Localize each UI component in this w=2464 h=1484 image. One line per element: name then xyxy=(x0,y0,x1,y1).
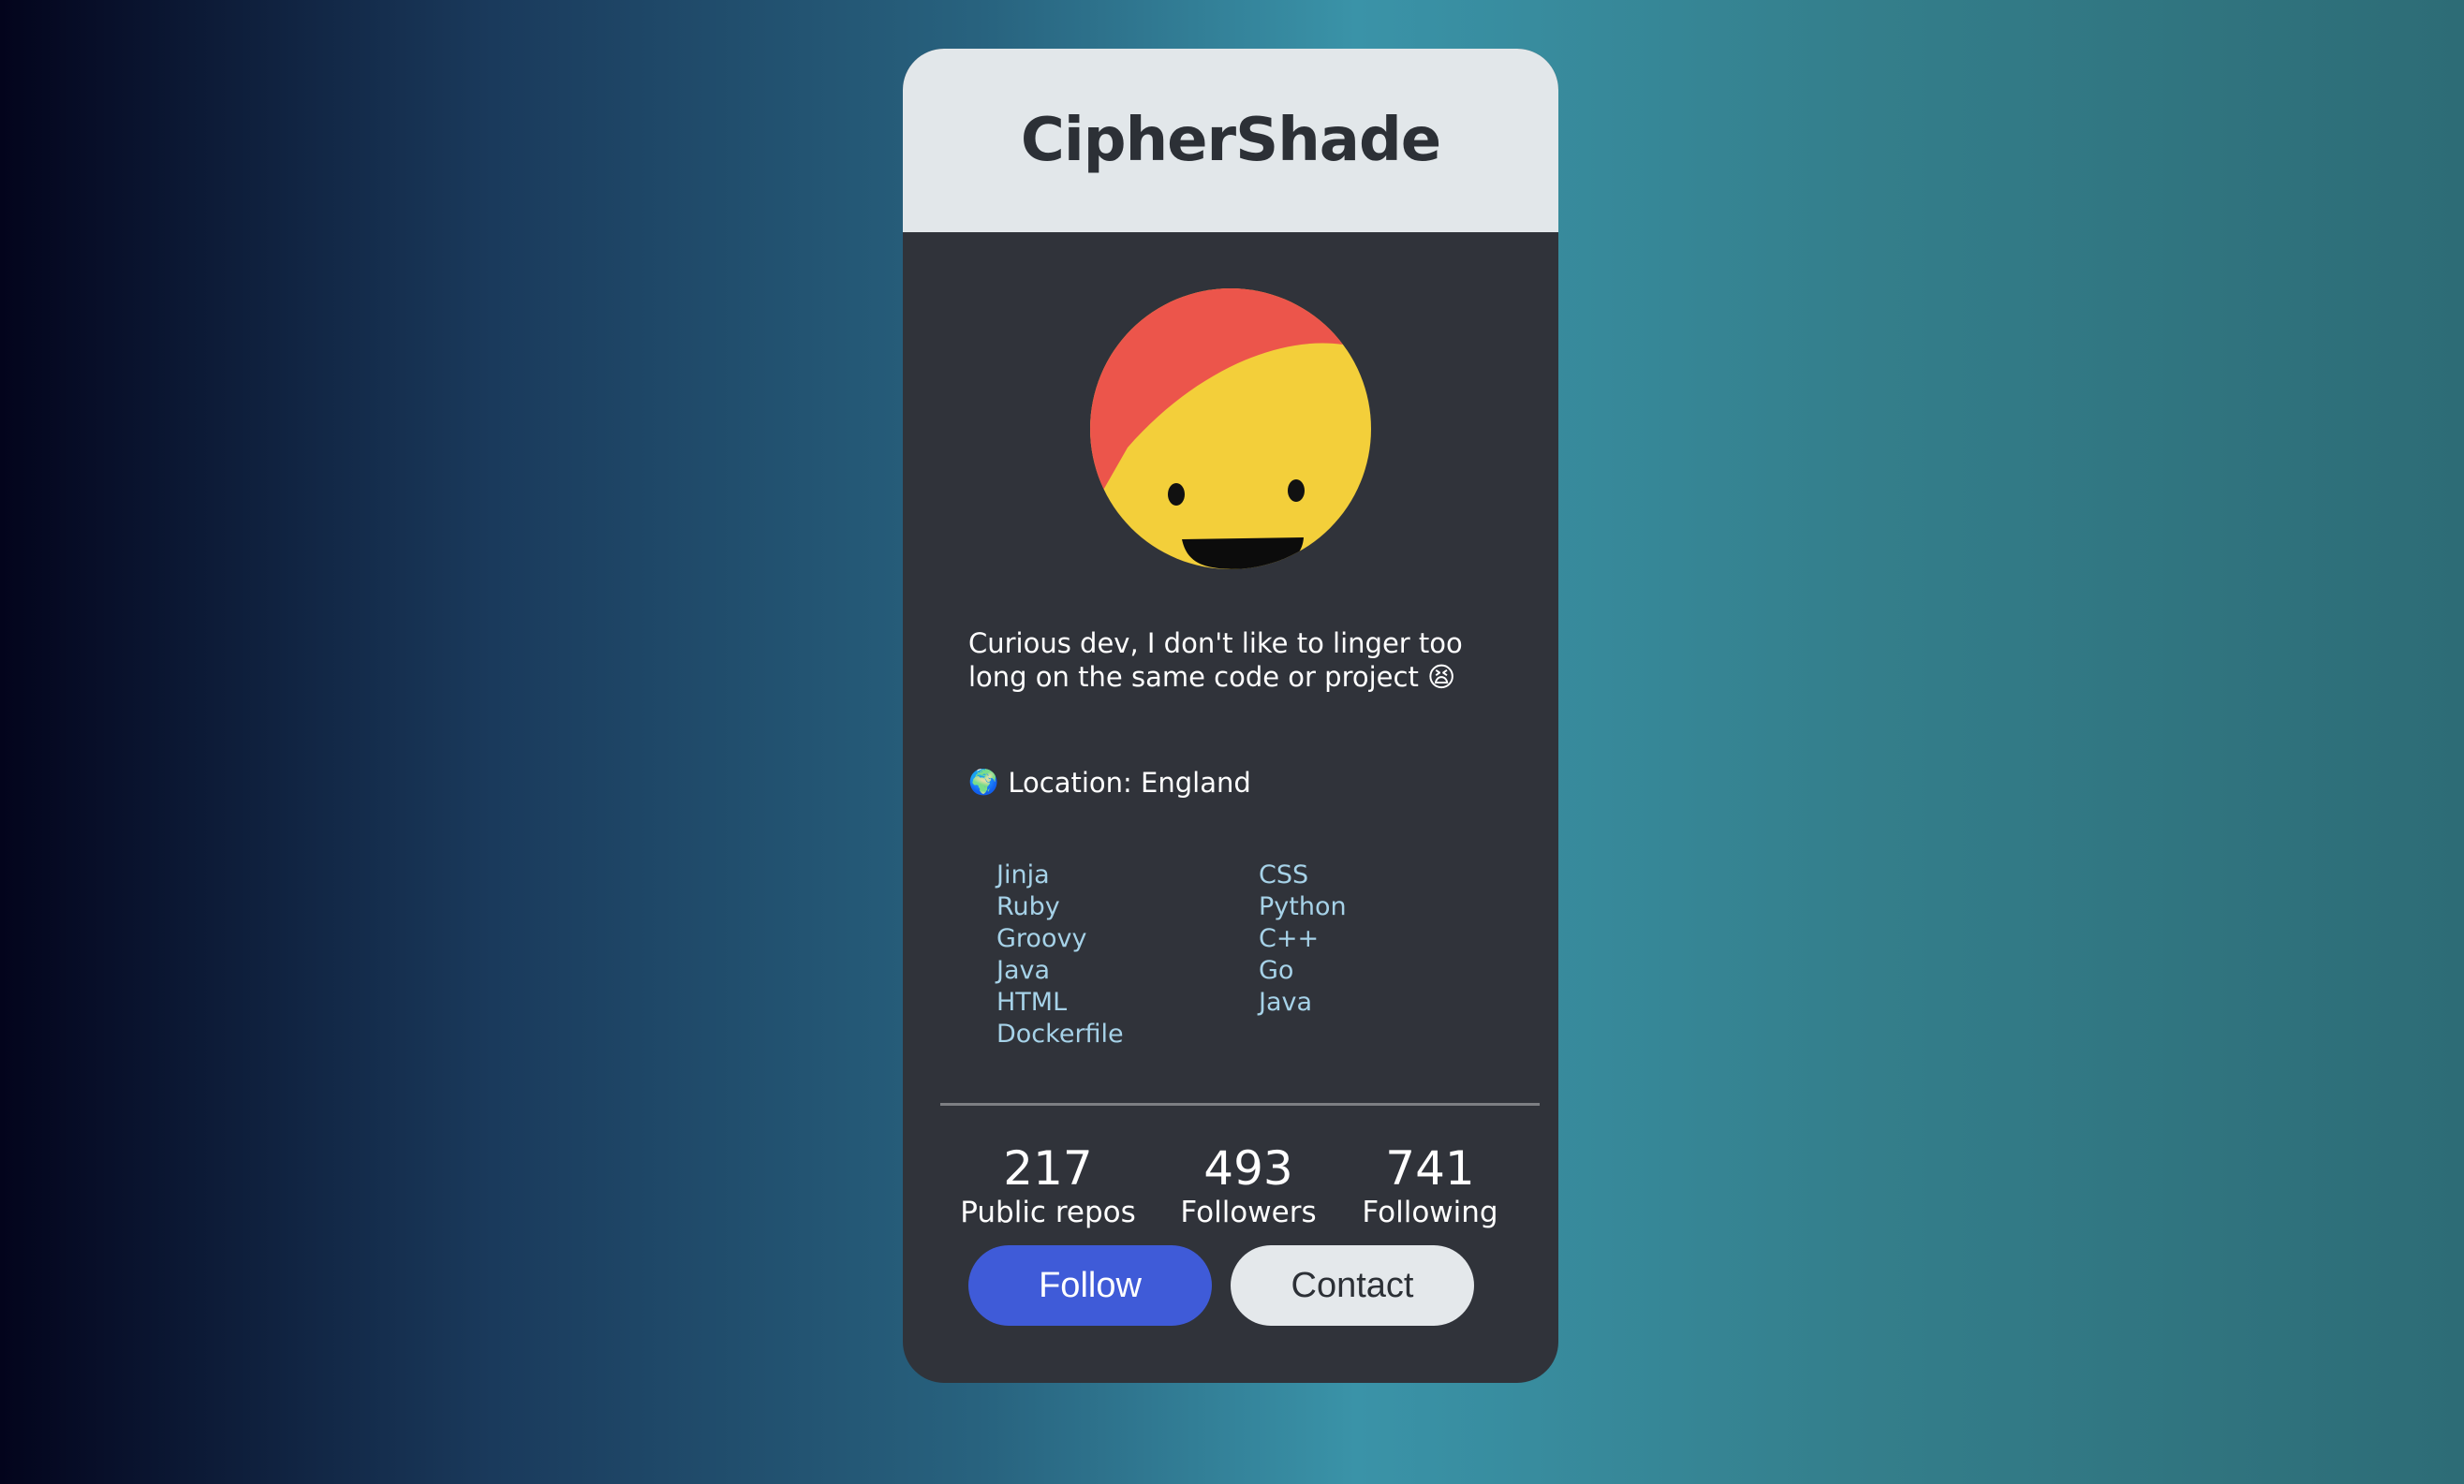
stat-value: 217 xyxy=(1003,1141,1093,1196)
language-item: Python xyxy=(1259,892,1347,921)
contact-button[interactable]: Contact xyxy=(1231,1245,1474,1326)
language-item: C++ xyxy=(1259,924,1320,953)
profile-name: CipherShade xyxy=(1020,106,1441,175)
language-item: Groovy xyxy=(996,924,1087,953)
languages-column-right: CSS Python C++ Go Java xyxy=(1259,860,1521,1051)
location-text: Location: England xyxy=(1008,767,1251,799)
card-header: CipherShade xyxy=(903,49,1558,232)
languages-column-left: Jinja Ruby Groovy Java HTML Dockerfile xyxy=(996,860,1259,1051)
stat-followers: 493 Followers xyxy=(1180,1142,1316,1230)
language-item: Ruby xyxy=(996,892,1060,921)
language-item: Go xyxy=(1259,956,1294,985)
divider xyxy=(940,1103,1540,1106)
language-item: Jinja xyxy=(996,860,1050,889)
language-item: HTML xyxy=(996,988,1068,1017)
profile-card: CipherShade Curious dev, I don't like to… xyxy=(903,49,1558,1383)
follow-button[interactable]: Follow xyxy=(968,1245,1212,1326)
language-item: CSS xyxy=(1259,860,1309,889)
stat-label: Following xyxy=(1362,1196,1498,1229)
stat-value: 741 xyxy=(1385,1141,1475,1196)
globe-icon: 🌍 xyxy=(968,769,999,797)
avatar xyxy=(1090,288,1371,569)
profile-bio: Curious dev, I don't like to linger too … xyxy=(968,627,1463,693)
stat-public-repos: 217 Public repos xyxy=(960,1142,1136,1230)
languages-list: Jinja Ruby Groovy Java HTML Dockerfile C… xyxy=(996,860,1521,1051)
language-item: Java xyxy=(1259,988,1313,1017)
language-item: Java xyxy=(996,956,1051,985)
stat-following: 741 Following xyxy=(1362,1142,1498,1230)
profile-location: 🌍 Location: England xyxy=(968,766,1251,800)
stat-label: Public repos xyxy=(960,1196,1136,1229)
stat-label: Followers xyxy=(1180,1196,1317,1229)
language-item: Dockerfile xyxy=(996,1020,1124,1049)
stat-value: 493 xyxy=(1203,1141,1293,1196)
